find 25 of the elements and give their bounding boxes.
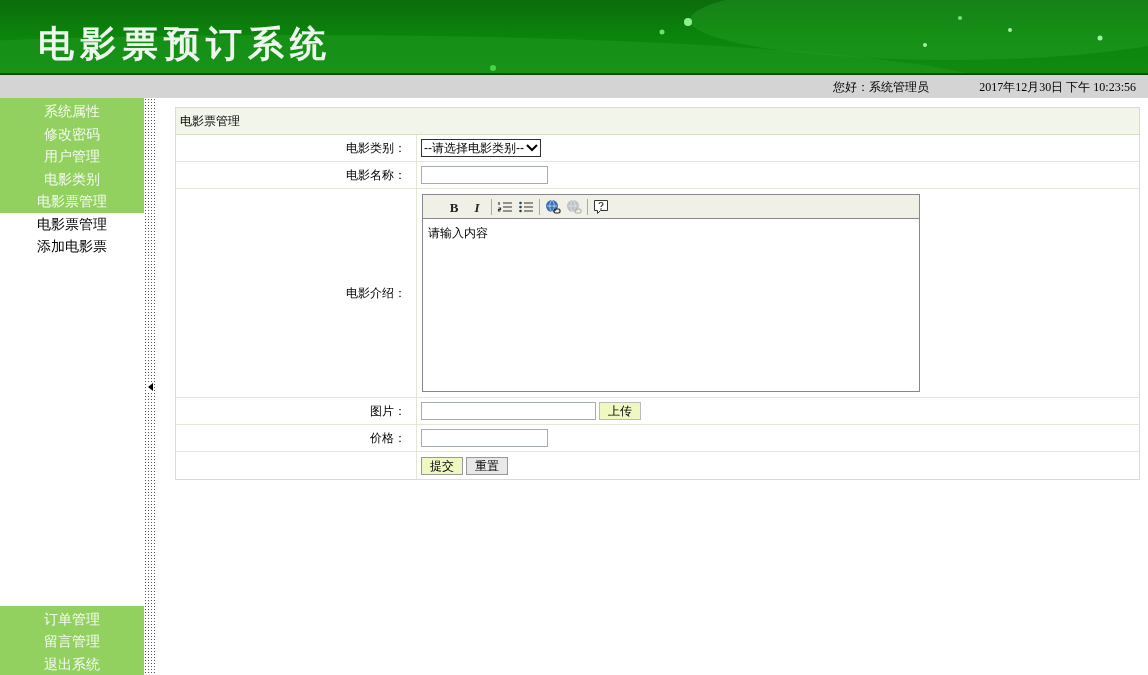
globe-link-icon[interactable] [545,198,561,215]
field-label: 电影介绍： [346,285,406,302]
datetime-text: 2017年12月30日 下午 10:23:56 [979,78,1136,96]
field-label: 价格： [370,430,406,447]
collapse-arrow-icon[interactable] [147,382,154,391]
field-label: 电影名称： [346,167,406,184]
text-input-field[interactable] [421,166,548,184]
category-select[interactable]: --请选择电影类别-- [421,139,541,157]
text-input-field[interactable] [421,429,548,447]
submit-button[interactable]: 提交 [421,456,463,475]
editor-content-area[interactable]: 请输入内容 [423,219,919,391]
help-icon[interactable] [593,198,609,215]
greeting-text: 您好：系统管理员 [833,78,930,96]
splitter-bar[interactable] [144,98,157,675]
italic-button[interactable]: I [468,197,486,216]
file-path-field[interactable] [421,402,596,420]
upload-button[interactable]: 上传 [599,402,641,420]
reset-button[interactable]: 重置 [466,456,508,475]
bold-button[interactable]: B [445,197,463,216]
field-label: 电影类别： [346,140,406,157]
field-label: 图片： [370,403,406,420]
dropdown-caret-icon [526,144,538,152]
app-title: 电影票预订系统 [38,22,332,66]
panel-title: 电影票管理 [180,113,240,130]
editor-text: 请输入内容 [428,226,488,240]
